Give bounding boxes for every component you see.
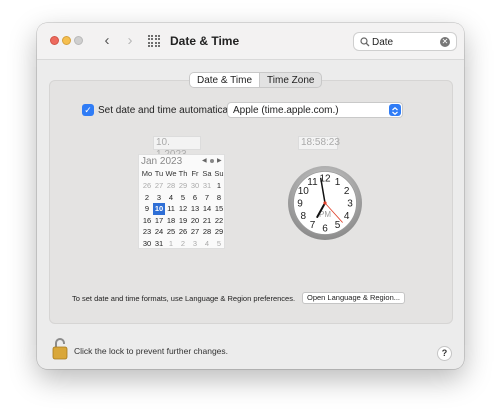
calendar-day[interactable]: 5	[177, 192, 189, 204]
clock-numeral: 5	[335, 220, 341, 231]
calendar-day[interactable]: 29	[177, 180, 189, 192]
calendar-day[interactable]: 29	[213, 226, 225, 238]
calendar-day[interactable]: 11	[165, 203, 177, 215]
calendar-day[interactable]: 25	[165, 226, 177, 238]
calendar-day[interactable]: 17	[153, 215, 165, 227]
calendar-day[interactable]: 27	[153, 180, 165, 192]
titlebar: ‹ › Date & Time ✕	[37, 23, 464, 60]
tab-date-time[interactable]: Date & Time	[190, 73, 261, 87]
calendar-day[interactable]: 12	[177, 203, 189, 215]
calendar: Jan 2023 ◀ ▶ Mo Tu We Th Fr Sa Su 26 27 28 29 30 31…	[138, 154, 225, 249]
clock-numeral: 9	[297, 199, 303, 210]
clock-numeral: 2	[344, 186, 350, 197]
calendar-day[interactable]: 22	[213, 215, 225, 227]
calendar-day[interactable]: 4	[165, 192, 177, 204]
calendar-day[interactable]: 3	[189, 238, 201, 250]
back-button[interactable]: ‹	[98, 31, 116, 51]
calendar-day[interactable]: 4	[201, 238, 213, 250]
show-all-grid-icon[interactable]	[148, 35, 160, 47]
search-input[interactable]	[372, 35, 436, 49]
calendar-day[interactable]: 16	[141, 215, 153, 227]
calendar-day[interactable]: 15	[213, 203, 225, 215]
today-dot-icon[interactable]	[210, 159, 214, 163]
analog-clock: 12 1234567891011 PM	[288, 166, 362, 240]
open-language-region-button[interactable]: Open Language & Region...	[302, 292, 405, 304]
date-field[interactable]: 10. 1.2023	[153, 136, 201, 160]
calendar-day[interactable]: 2	[177, 238, 189, 250]
clock-numeral: 4	[344, 211, 350, 222]
weekday-label: Mo	[141, 169, 153, 178]
preferences-window: ‹ › Date & Time ✕ Date & Time Time Zone …	[37, 23, 464, 369]
calendar-day[interactable]: 26	[141, 180, 153, 192]
auto-sync-label: Set date and time automatically:	[98, 104, 241, 116]
tab-time-zone[interactable]: Time Zone	[260, 73, 321, 87]
time-server-value: Apple (time.apple.com.)	[233, 105, 339, 116]
calendar-day-grid: 26 27 28 29 30 31 1 2 3 4 5 6 7 8 9 10 11 12 13 14 15 16 17 18 1…	[141, 180, 225, 249]
calendar-day[interactable]: 23	[141, 226, 153, 238]
calendar-day[interactable]: 1	[213, 180, 225, 192]
calendar-day[interactable]: 31	[153, 238, 165, 250]
calendar-day[interactable]: 2	[141, 192, 153, 204]
calendar-day[interactable]: 8	[213, 192, 225, 204]
formats-hint: To set date and time formats, use Langua…	[72, 294, 296, 303]
lock-open-icon[interactable]	[51, 337, 69, 361]
time-field[interactable]: 18:58:23	[298, 136, 340, 150]
prev-month-icon[interactable]: ◀	[202, 157, 207, 164]
calendar-day[interactable]: 20	[189, 215, 201, 227]
chevron-updown-icon[interactable]	[389, 104, 401, 116]
calendar-day-selected[interactable]: 10	[153, 203, 165, 215]
calendar-day[interactable]: 31	[201, 180, 213, 192]
clock-numeral: 11	[307, 177, 318, 188]
calendar-day[interactable]: 6	[189, 192, 201, 204]
clock-numeral: 8	[301, 211, 307, 222]
calendar-day[interactable]: 7	[201, 192, 213, 204]
search-field[interactable]: ✕	[353, 32, 457, 51]
weekday-label: Tu	[154, 169, 164, 178]
auto-sync-row: ✓ Set date and time automatically:	[82, 104, 240, 116]
calendar-day[interactable]: 14	[201, 203, 213, 215]
time-server-select[interactable]: Apple (time.apple.com.)	[227, 102, 403, 118]
auto-sync-checkbox[interactable]: ✓	[82, 104, 94, 116]
forward-button[interactable]: ›	[121, 31, 139, 51]
clock-numeral: 1	[335, 177, 341, 188]
weekday-label: We	[165, 169, 177, 178]
calendar-day[interactable]: 26	[177, 226, 189, 238]
calendar-day[interactable]: 5	[213, 238, 225, 250]
clock-numeral: 6	[322, 224, 328, 235]
weekday-label: Sa	[202, 169, 212, 178]
zoom-button[interactable]	[74, 36, 83, 45]
calendar-day[interactable]: 3	[153, 192, 165, 204]
calendar-day[interactable]: 19	[177, 215, 189, 227]
weekday-label: Su	[214, 169, 224, 178]
next-month-icon[interactable]: ▶	[217, 157, 222, 164]
calendar-day[interactable]: 28	[165, 180, 177, 192]
weekday-label: Fr	[191, 169, 199, 178]
tab-bar: Date & Time Time Zone	[189, 72, 323, 88]
clear-search-icon[interactable]: ✕	[440, 37, 450, 47]
search-icon	[360, 37, 370, 47]
weekday-label: Th	[178, 169, 188, 178]
calendar-day[interactable]: 27	[189, 226, 201, 238]
lock-hint: Click the lock to prevent further change…	[74, 346, 229, 356]
close-button[interactable]	[50, 36, 59, 45]
calendar-day[interactable]: 24	[153, 226, 165, 238]
minimize-button[interactable]	[62, 36, 71, 45]
clock-center-cap	[323, 201, 327, 205]
calendar-day[interactable]: 28	[201, 226, 213, 238]
calendar-day[interactable]: 18	[165, 215, 177, 227]
calendar-day[interactable]: 21	[201, 215, 213, 227]
calendar-weekday-header: Mo Tu We Th Fr Sa Su	[141, 169, 225, 178]
calendar-day[interactable]: 9	[141, 203, 153, 215]
window-title: Date & Time	[170, 34, 240, 48]
calendar-day[interactable]: 1	[165, 238, 177, 250]
calendar-month-label: Jan 2023	[141, 156, 183, 167]
clock-numeral: 7	[310, 220, 316, 231]
help-button[interactable]: ?	[437, 346, 452, 361]
calendar-day[interactable]: 30	[189, 180, 201, 192]
clock-numeral: 3	[347, 199, 353, 210]
calendar-day[interactable]: 30	[141, 238, 153, 250]
calendar-day[interactable]: 13	[189, 203, 201, 215]
